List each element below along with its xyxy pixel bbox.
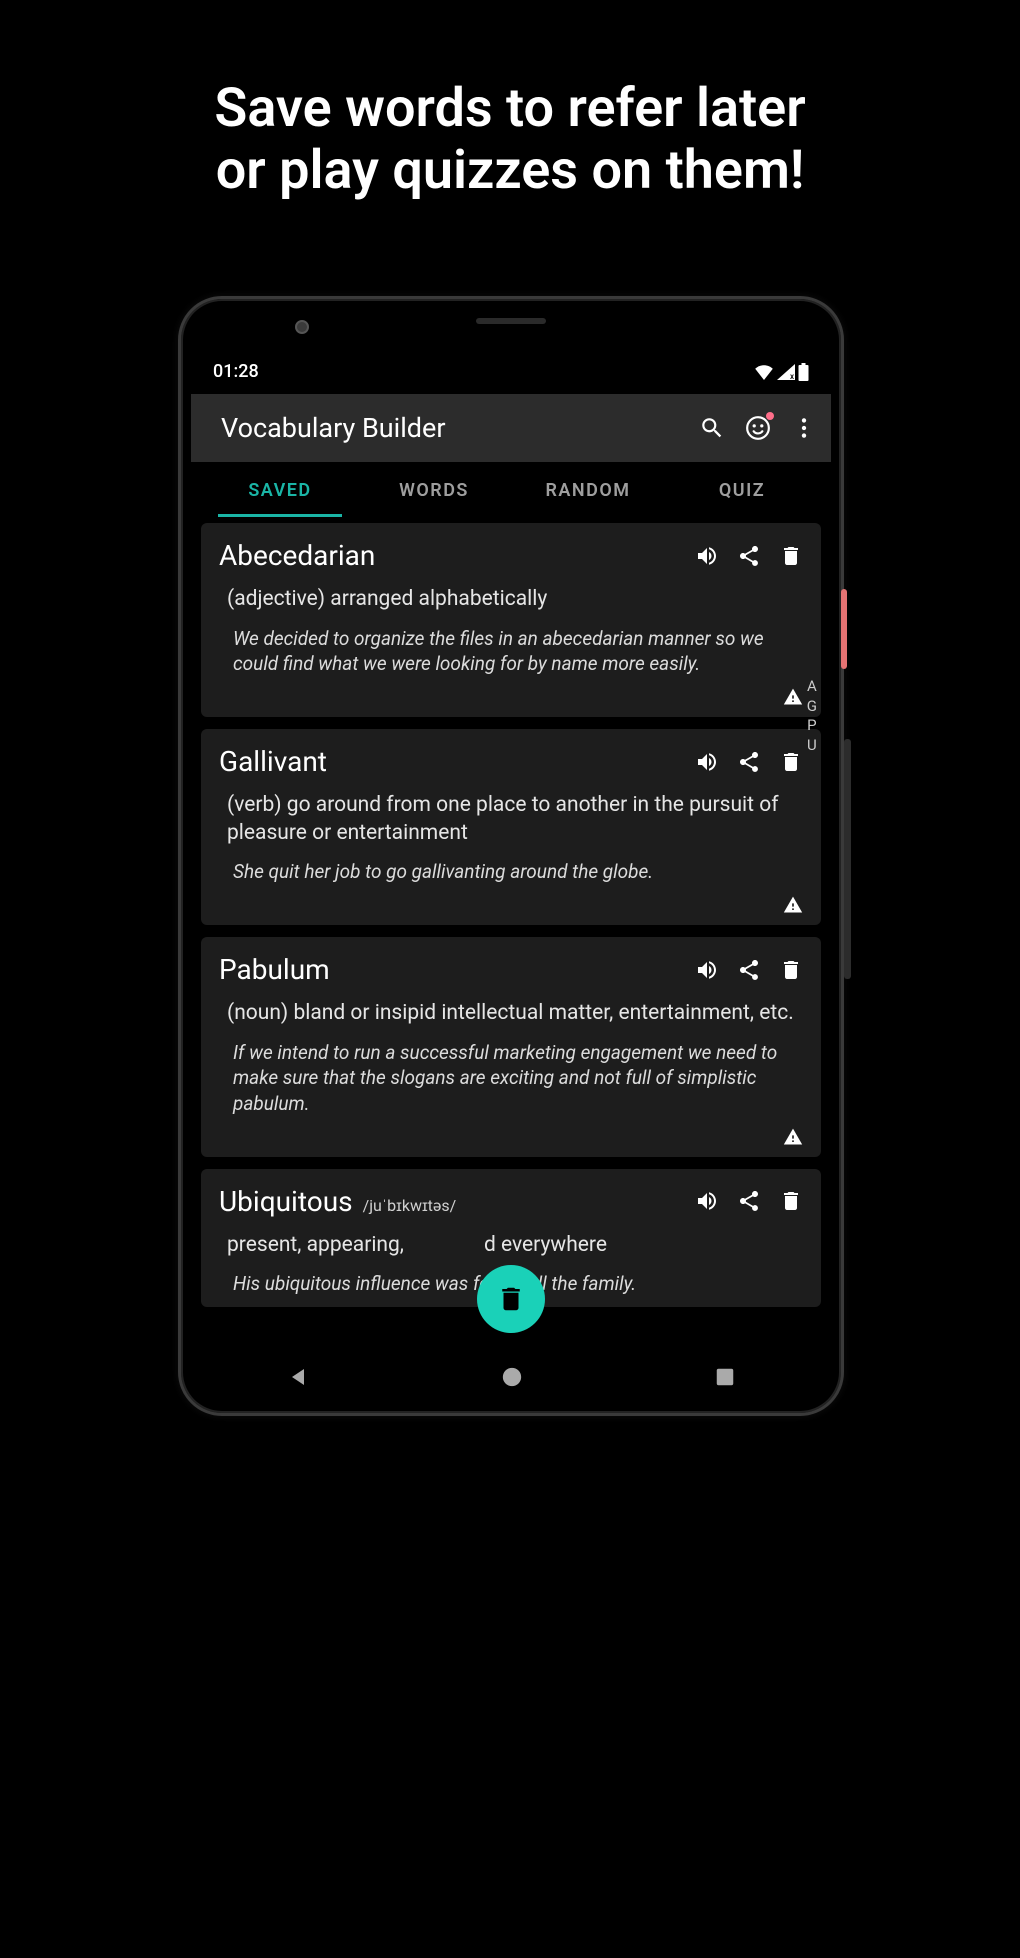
- nav-home-icon[interactable]: [501, 1366, 523, 1388]
- promo-line-2: or play quizzes on them!: [0, 140, 1020, 202]
- report-icon[interactable]: [783, 895, 803, 915]
- word-list[interactable]: Abecedarian (adjective) arranged alphabe…: [191, 517, 831, 1307]
- delete-icon[interactable]: [779, 958, 803, 982]
- word-title: Ubiquitous /juˈbɪkwɪtəs/: [219, 1185, 683, 1218]
- word-definition: (verb) go around from one place to anoth…: [227, 792, 795, 847]
- alpha-letter[interactable]: U: [807, 736, 817, 756]
- status-icons: x: [754, 363, 809, 381]
- tabs: SAVED WORDS RANDOM QUIZ: [191, 462, 831, 517]
- search-icon: [699, 415, 725, 441]
- promo-line-1: Save words to refer later: [0, 78, 1020, 140]
- overflow-menu-button[interactable]: [791, 415, 817, 441]
- svg-text:x: x: [790, 372, 794, 380]
- word-title: Pabulum: [219, 953, 683, 986]
- signal-icon: x: [777, 364, 795, 380]
- word-definition: present, appearing, d everywhere: [227, 1232, 795, 1260]
- delete-icon[interactable]: [779, 750, 803, 774]
- share-icon[interactable]: [737, 544, 761, 568]
- status-time: 01:28: [213, 361, 259, 382]
- word-card[interactable]: Pabulum (noun) bland or insipid intellec…: [201, 937, 821, 1157]
- power-button-accent: [841, 589, 847, 669]
- word-example: We decided to organize the files in an a…: [233, 626, 789, 677]
- notification-badge: [766, 412, 774, 420]
- nav-back-icon[interactable]: [286, 1365, 310, 1389]
- speak-icon[interactable]: [695, 1189, 719, 1213]
- status-bar: 01:28 x: [191, 343, 831, 394]
- delete-all-fab[interactable]: [477, 1265, 545, 1333]
- tab-saved[interactable]: SAVED: [203, 462, 357, 517]
- promo-headline: Save words to refer later or play quizze…: [0, 0, 1020, 202]
- volume-button: [844, 739, 851, 979]
- tab-words[interactable]: WORDS: [357, 462, 511, 517]
- wifi-icon: [754, 364, 774, 380]
- word-title: Abecedarian: [219, 539, 683, 572]
- trash-icon: [496, 1284, 526, 1314]
- share-icon[interactable]: [737, 1189, 761, 1213]
- share-icon[interactable]: [737, 958, 761, 982]
- feedback-button[interactable]: [745, 415, 771, 441]
- delete-icon[interactable]: [779, 544, 803, 568]
- alpha-index[interactable]: A G P U: [807, 677, 817, 755]
- more-vert-icon: [791, 415, 817, 441]
- word-card[interactable]: Gallivant (verb) go around from one plac…: [201, 729, 821, 925]
- app-title: Vocabulary Builder: [221, 412, 679, 444]
- phone-frame: 01:28 x Vocabulary Builder SAVED WORDS: [178, 296, 844, 1416]
- word-example: She quit her job to go gallivanting arou…: [233, 859, 789, 885]
- search-button[interactable]: [699, 415, 725, 441]
- alpha-letter[interactable]: P: [807, 716, 817, 736]
- word-definition: (noun) bland or insipid intellectual mat…: [227, 1000, 795, 1028]
- speak-icon[interactable]: [695, 750, 719, 774]
- system-nav-bar: [191, 1351, 831, 1403]
- definition-pre: present, appearing,: [227, 1232, 404, 1260]
- nav-recents-icon[interactable]: [714, 1366, 736, 1388]
- word-phonetic: /juˈbɪkwɪtəs/: [363, 1196, 457, 1216]
- share-icon[interactable]: [737, 750, 761, 774]
- earpiece: [476, 318, 546, 324]
- report-icon[interactable]: [783, 687, 803, 707]
- tab-quiz[interactable]: QUIZ: [665, 462, 819, 517]
- report-icon[interactable]: [783, 1127, 803, 1147]
- delete-icon[interactable]: [779, 1189, 803, 1213]
- alpha-letter[interactable]: A: [807, 677, 817, 697]
- alpha-letter[interactable]: G: [807, 697, 817, 717]
- app-bar: Vocabulary Builder: [191, 394, 831, 462]
- word-title: Gallivant: [219, 745, 683, 778]
- battery-icon: [798, 363, 809, 381]
- speak-icon[interactable]: [695, 958, 719, 982]
- word-title-text: Ubiquitous: [219, 1185, 353, 1218]
- definition-post: d everywhere: [484, 1232, 607, 1260]
- word-card[interactable]: Abecedarian (adjective) arranged alphabe…: [201, 523, 821, 717]
- word-definition: (adjective) arranged alphabetically: [227, 586, 795, 614]
- phone-screen: 01:28 x Vocabulary Builder SAVED WORDS: [191, 343, 831, 1403]
- tab-random[interactable]: RANDOM: [511, 462, 665, 517]
- camera-dot: [295, 320, 309, 334]
- speak-icon[interactable]: [695, 544, 719, 568]
- word-example: If we intend to run a successful marketi…: [233, 1040, 789, 1117]
